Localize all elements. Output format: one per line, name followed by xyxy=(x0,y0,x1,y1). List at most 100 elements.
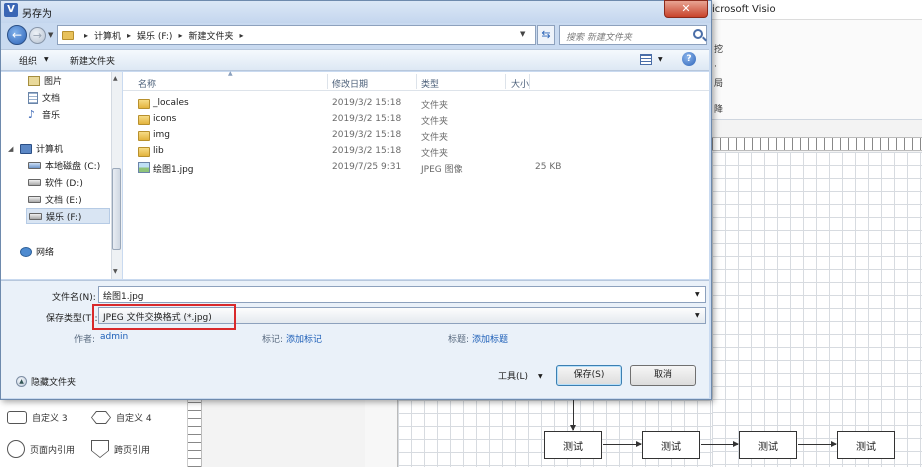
page-margin xyxy=(365,400,398,467)
cancel-button[interactable]: 取消 xyxy=(630,365,696,386)
file-date: 2019/3/2 15:18 xyxy=(332,130,402,140)
breadcrumb-separator-icon[interactable]: ▸ xyxy=(84,31,88,40)
column-divider[interactable] xyxy=(505,74,506,89)
breadcrumb-item[interactable]: 娱乐 (F:) xyxy=(137,29,172,42)
nav-item-drive-f[interactable]: 娱乐 (F:) xyxy=(26,208,110,224)
file-row[interactable]: icons 2019/3/2 15:18 文件夹 xyxy=(135,112,695,128)
breadcrumb-separator-icon[interactable]: ▸ xyxy=(239,31,243,40)
nav-item-label: 本地磁盘 (C:) xyxy=(45,162,101,172)
flow-box[interactable]: 测试 xyxy=(739,431,797,459)
column-divider[interactable] xyxy=(416,74,417,89)
connector-arrow[interactable] xyxy=(603,441,642,447)
nav-item-music[interactable]: ♪ 音乐 xyxy=(28,108,60,121)
ribbon-item[interactable]: 局 xyxy=(714,76,723,89)
file-row[interactable]: img 2019/3/2 15:18 文件夹 xyxy=(135,128,695,144)
file-row[interactable]: lib 2019/3/2 15:18 文件夹 xyxy=(135,144,695,160)
chevron-down-icon[interactable]: ▼ xyxy=(538,373,543,380)
nav-item-pictures[interactable]: 图片 xyxy=(28,74,62,87)
collapse-icon[interactable]: ◢ xyxy=(8,145,16,153)
flow-box[interactable]: 测试 xyxy=(544,431,602,459)
connector-arrow[interactable] xyxy=(570,400,576,431)
nav-item-drive-c[interactable]: 本地磁盘 (C:) xyxy=(28,159,100,172)
breadcrumb-separator-icon[interactable]: ▸ xyxy=(178,31,182,40)
hide-folders-label: 隐藏文件夹 xyxy=(31,378,77,388)
file-date: 2019/3/2 15:18 xyxy=(332,114,402,124)
drawing-canvas[interactable] xyxy=(712,152,922,467)
arrow-left-icon: ← xyxy=(11,28,23,42)
drive-icon xyxy=(29,212,42,220)
breadcrumb-item[interactable]: 新建文件夹 xyxy=(188,29,233,42)
column-divider[interactable] xyxy=(529,74,530,89)
new-folder-button[interactable]: 新建文件夹 xyxy=(70,54,115,67)
horizontal-ruler xyxy=(712,137,922,151)
forward-button[interactable]: → xyxy=(29,27,46,44)
breadcrumb-separator-icon[interactable]: ▸ xyxy=(127,31,131,40)
view-options-icon[interactable] xyxy=(640,54,652,65)
help-icon[interactable]: ? xyxy=(682,52,696,66)
file-row[interactable]: 绘图1.jpg 2019/7/25 9:31 JPEG 图像 25 KB xyxy=(135,160,695,176)
address-bar[interactable]: ▸ 计算机 ▸ 娱乐 (F:) ▸ 新建文件夹 ▸ xyxy=(57,25,536,45)
visio-app-icon: V xyxy=(4,3,18,17)
column-divider[interactable] xyxy=(327,74,328,89)
address-dropdown[interactable]: ▼ xyxy=(520,30,525,38)
file-row[interactable]: _locales 2019/3/2 15:18 文件夹 xyxy=(135,96,695,112)
nav-item-network[interactable]: 网络 xyxy=(20,245,54,258)
ribbon-item[interactable]: 挖 xyxy=(714,42,723,55)
back-button[interactable]: ← xyxy=(7,25,27,45)
tags-label: 标记: xyxy=(262,335,284,345)
tags-field[interactable]: 添加标记 xyxy=(286,332,322,345)
file-date: 2019/3/2 15:18 xyxy=(332,98,402,108)
recent-locations-dropdown[interactable]: ▼ xyxy=(48,31,53,39)
column-name[interactable]: 名称 xyxy=(138,77,156,90)
image-file-icon xyxy=(138,162,150,173)
scroll-thumb[interactable] xyxy=(112,168,121,250)
flow-box[interactable]: 测试 xyxy=(642,431,700,459)
refresh-button[interactable]: ⇆ xyxy=(537,25,555,45)
scroll-up-icon[interactable]: ▲ xyxy=(113,75,118,82)
stencil-shape-off-page-ref[interactable]: 跨页引用 xyxy=(91,440,150,458)
stencil-shape-on-page-ref[interactable]: 页面内引用 xyxy=(7,440,75,458)
connector-arrow[interactable] xyxy=(701,441,739,447)
close-icon: ✕ xyxy=(681,2,691,15)
nav-item-label: 计算机 xyxy=(36,145,64,155)
nav-item-label: 文档 (E:) xyxy=(45,196,82,206)
drive-icon xyxy=(28,179,41,186)
scroll-down-icon[interactable]: ▼ xyxy=(113,268,118,275)
chevron-down-icon[interactable]: ▼ xyxy=(695,312,700,319)
dialog-titlebar[interactable] xyxy=(1,1,711,23)
close-button[interactable]: ✕ xyxy=(664,0,708,18)
chevron-down-icon[interactable]: ▼ xyxy=(658,56,663,63)
visio-ribbon xyxy=(700,20,922,120)
ribbon-item[interactable]: · xyxy=(714,62,717,72)
stencil-shape-custom3[interactable]: 自定义 3 xyxy=(7,411,68,424)
column-size[interactable]: 大小 xyxy=(511,77,529,90)
author-field[interactable]: admin xyxy=(100,332,128,342)
nav-item-computer[interactable]: ◢ 计算机 xyxy=(8,142,63,155)
file-type: 文件夹 xyxy=(421,101,449,111)
arrow-right-icon: → xyxy=(32,29,43,42)
organize-menu[interactable]: 组织 xyxy=(19,54,37,67)
search-input[interactable]: 搜索 新建文件夹 xyxy=(559,25,707,45)
column-type[interactable]: 类型 xyxy=(421,77,439,90)
dialog-title: 另存为 xyxy=(22,9,52,20)
nav-item-drive-e[interactable]: 文档 (E:) xyxy=(28,193,82,206)
filename-input[interactable]: 绘图1.jpg xyxy=(98,286,706,303)
ribbon-item[interactable]: 降 xyxy=(714,102,723,115)
hide-folders-toggle[interactable]: ▲ 隐藏文件夹 xyxy=(16,375,76,388)
stencil-shape-custom4[interactable]: 自定义 4 xyxy=(91,411,152,424)
nav-item-drive-d[interactable]: 软件 (D:) xyxy=(28,176,83,189)
highlight-annotation xyxy=(92,304,236,330)
drive-icon xyxy=(28,162,41,169)
search-icon[interactable] xyxy=(693,29,703,39)
connector-arrow[interactable] xyxy=(798,441,837,447)
breadcrumb-item[interactable]: 计算机 xyxy=(94,29,121,42)
save-button[interactable]: 保存(S) xyxy=(556,365,622,386)
column-date[interactable]: 修改日期 xyxy=(332,77,368,90)
file-name: _locales xyxy=(153,98,189,108)
flow-box[interactable]: 测试 xyxy=(837,431,895,459)
pictures-library-icon xyxy=(28,75,40,86)
title-field[interactable]: 添加标题 xyxy=(472,332,508,345)
nav-item-label: 图片 xyxy=(44,77,63,87)
chevron-down-icon[interactable]: ▼ xyxy=(695,291,700,298)
nav-item-documents[interactable]: 文档 xyxy=(28,91,60,104)
